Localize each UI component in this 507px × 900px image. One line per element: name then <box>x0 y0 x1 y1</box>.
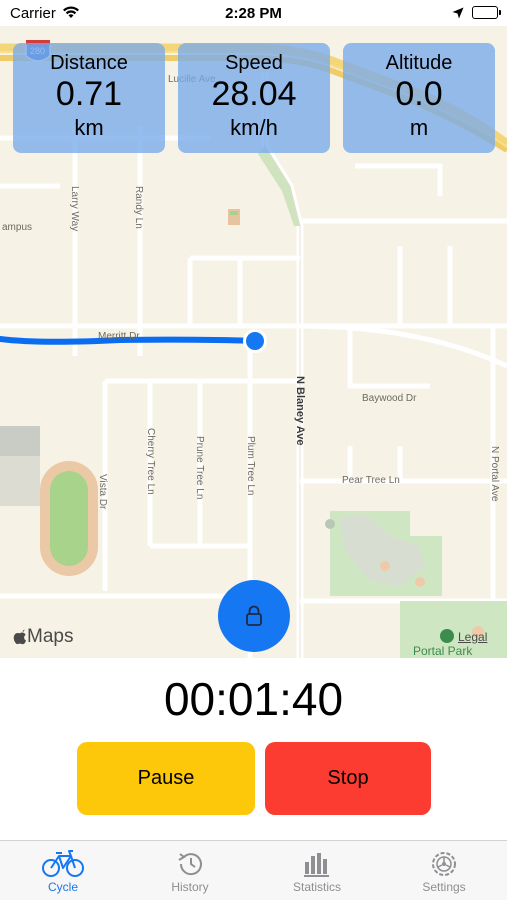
speed-value: 28.04 <box>211 75 297 113</box>
tab-statistics[interactable]: Statistics <box>254 841 380 900</box>
tab-settings[interactable]: Settings <box>381 841 507 900</box>
stop-button[interactable]: Stop <box>265 742 431 815</box>
apple-logo-icon <box>13 629 26 645</box>
status-bar: Carrier 2:28 PM <box>0 0 507 26</box>
history-icon <box>178 853 202 876</box>
pause-button[interactable]: Pause <box>77 742 255 815</box>
distance-title: Distance <box>50 52 128 74</box>
lock-button[interactable] <box>218 580 290 652</box>
tab-cycle[interactable]: Cycle <box>0 841 126 900</box>
bicycle-icon <box>42 850 84 877</box>
distance-unit: km <box>74 115 104 140</box>
altitude-unit: m <box>409 115 429 140</box>
speed-title: Speed <box>225 52 283 74</box>
street-label: Randy Ln <box>133 186 144 229</box>
street-label: Plum Tree Ln <box>245 436 256 496</box>
battery-icon <box>472 6 501 19</box>
status-time: 2:28 PM <box>225 5 282 22</box>
ride-timer: 00:01:40 <box>163 673 344 725</box>
tab-label: Settings <box>422 880 466 894</box>
settings-icon <box>432 852 456 876</box>
tab-bar: Cycle History Statistics Settings <box>0 840 507 900</box>
park-label: Portal Park <box>413 644 473 658</box>
street-label: Prune Tree Ln <box>194 436 205 500</box>
tab-history[interactable]: History <box>127 841 253 900</box>
legal-link[interactable]: Legal <box>458 630 487 644</box>
altitude-card: Altitude 0.0 m <box>343 43 495 153</box>
street-label: N Blaney Ave <box>294 376 306 446</box>
park-icon <box>440 629 454 643</box>
street-label: Larry Way <box>69 186 80 232</box>
street-label: ampus <box>2 222 33 233</box>
street-label: Cherry Tree Ln <box>145 428 156 495</box>
tab-label: Cycle <box>47 880 78 894</box>
location-arrow-icon <box>452 6 464 24</box>
altitude-title: Altitude <box>385 52 453 74</box>
map-view[interactable]: 280 Lucille Ave ampus Larry Way Randy Ln… <box>0 26 507 658</box>
tab-label: History <box>171 880 209 894</box>
tab-label: Statistics <box>292 880 341 894</box>
street-label: Merritt Dr <box>98 331 140 342</box>
street-label: N Portal Ave <box>489 446 500 502</box>
speed-card: Speed 28.04 km/h <box>178 43 330 153</box>
street-label: Pear Tree Ln <box>342 475 400 486</box>
street-label: Vista Dr <box>97 474 108 510</box>
statistics-icon <box>304 853 329 877</box>
maps-attribution: Maps <box>13 626 73 648</box>
speed-unit: km/h <box>230 115 278 140</box>
street-label: Baywood Dr <box>362 393 417 404</box>
altitude-value: 0.0 <box>395 75 443 113</box>
maps-label: Maps <box>27 626 74 647</box>
distance-value: 0.71 <box>55 75 123 113</box>
lock-icon <box>246 605 262 626</box>
distance-card: Distance 0.71 km <box>13 43 165 153</box>
